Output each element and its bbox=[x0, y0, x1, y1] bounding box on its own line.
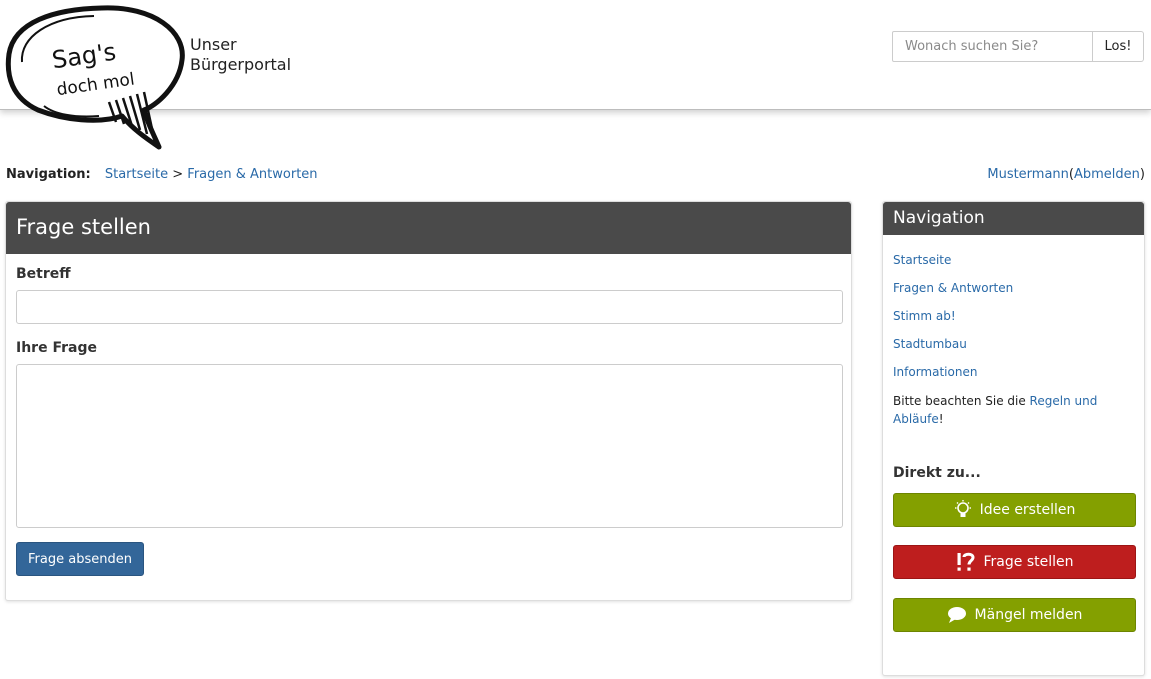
rules-note: Bitte beachten Sie die Regeln und Abläuf… bbox=[893, 392, 1113, 428]
report-issue-button[interactable]: Mängel melden bbox=[893, 598, 1136, 632]
question-label: Ihre Frage bbox=[16, 340, 97, 356]
sidebar-item-stimm-ab[interactable]: Stimm ab! bbox=[893, 309, 956, 323]
breadcrumb-label: Navigation: bbox=[6, 167, 91, 182]
speech-bubble-icon bbox=[947, 607, 966, 623]
subject-input[interactable] bbox=[16, 290, 843, 324]
rules-note-suffix: ! bbox=[938, 412, 944, 426]
search-input[interactable] bbox=[892, 31, 1093, 62]
sidebar-item-stadtumbau[interactable]: Stadtumbau bbox=[893, 337, 967, 351]
sidebar-title: Navigation bbox=[883, 202, 1144, 235]
breadcrumb: Navigation: Startseite > Fragen & Antwor… bbox=[6, 166, 318, 184]
ask-question-label: Frage stellen bbox=[983, 554, 1074, 570]
sidebar-item-fragen[interactable]: Fragen & Antworten bbox=[893, 281, 1013, 295]
question-form-panel: Frage stellen Betreff Ihre Frage Frage a… bbox=[5, 201, 852, 601]
breadcrumb-startseite-link[interactable]: Startseite bbox=[105, 167, 168, 182]
sidebar-item-startseite[interactable]: Startseite bbox=[893, 253, 951, 267]
site-logo[interactable]: Sag's doch mol bbox=[4, 2, 189, 150]
ask-question-button[interactable]: Frage stellen bbox=[893, 545, 1136, 579]
exclamation-question-icon bbox=[957, 552, 975, 571]
create-idea-button[interactable]: Idee erstellen bbox=[893, 493, 1136, 527]
panel-title: Frage stellen bbox=[6, 202, 851, 254]
lightbulb-icon bbox=[954, 500, 971, 517]
create-idea-label: Idee erstellen bbox=[979, 502, 1076, 518]
username-link[interactable]: Mustermann bbox=[987, 167, 1069, 182]
paren-close: ) bbox=[1139, 167, 1145, 182]
sidebar-navigation: Navigation Startseite Fragen & Antworten… bbox=[882, 201, 1145, 676]
breadcrumb-separator: > bbox=[172, 167, 184, 182]
portal-name-line2: Bürgerportal bbox=[190, 55, 292, 74]
subject-label: Betreff bbox=[16, 266, 71, 282]
user-status: Mustermann(Abmelden) bbox=[987, 166, 1145, 184]
logout-link[interactable]: Abmelden bbox=[1074, 167, 1140, 182]
question-textarea[interactable] bbox=[16, 364, 843, 528]
breadcrumb-fragen-link[interactable]: Fragen & Antworten bbox=[187, 167, 317, 182]
rules-note-prefix: Bitte beachten Sie die bbox=[893, 394, 1030, 408]
portal-name[interactable]: Unser Bürgerportal bbox=[190, 35, 291, 75]
report-issue-label: Mängel melden bbox=[974, 607, 1083, 623]
portal-name-line1: Unser bbox=[190, 35, 237, 54]
search-button[interactable]: Los! bbox=[1093, 31, 1144, 62]
direct-title: Direkt zu... bbox=[893, 465, 981, 481]
submit-question-button[interactable]: Frage absenden bbox=[16, 542, 144, 576]
speech-bubble-logo-icon: Sag's doch mol bbox=[5, 5, 185, 150]
sidebar-item-informationen[interactable]: Informationen bbox=[893, 365, 977, 379]
